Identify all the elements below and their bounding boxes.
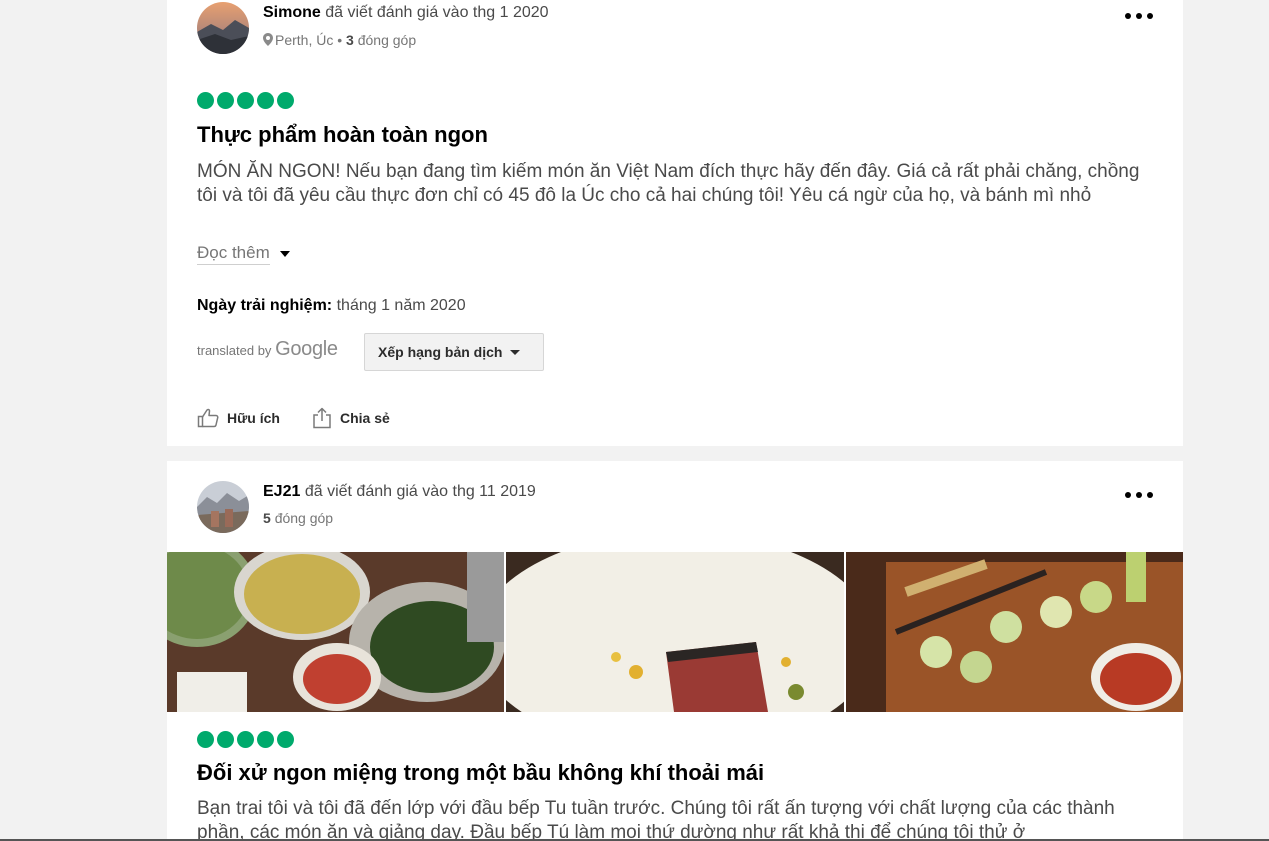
rating-bubble <box>257 731 274 748</box>
caret-down-icon <box>510 349 521 355</box>
caret-down-icon[interactable] <box>280 251 290 257</box>
author-meta: Perth, Úc • 3 đóng góp <box>263 32 416 49</box>
rating-bubble <box>237 92 254 109</box>
avatar[interactable] <box>197 481 249 533</box>
rate-translation-button[interactable]: Xếp hạng bản dịch <box>364 333 544 371</box>
contributions-count: 5 <box>263 510 271 526</box>
location-pin-icon <box>263 33 273 49</box>
herb-bowls-photo[interactable] <box>167 552 505 712</box>
share-button[interactable]: Chia sẻ <box>312 405 390 431</box>
read-more-link[interactable]: Đọc thêm <box>197 243 270 265</box>
date-of-experience-label: Ngày trải nghiệm: <box>197 297 333 314</box>
author-location: Perth, Úc <box>275 32 334 48</box>
more-options-icon[interactable] <box>1125 485 1153 505</box>
rate-translation-label: Xếp hạng bản dịch <box>378 344 503 360</box>
contributions-label: đóng góp <box>274 510 334 526</box>
rating-bubble <box>277 731 294 748</box>
review-title[interactable]: Thực phẩm hoàn toàn ngon <box>197 122 488 148</box>
review-body: Bạn trai tôi và tôi đã đến lớp với đầu b… <box>197 798 1115 841</box>
review-photos <box>167 552 1183 712</box>
date-of-experience: Ngày trải nghiệm: tháng 1 năm 2020 <box>197 297 466 315</box>
translated-by-label: translated by <box>197 343 272 358</box>
share-icon <box>313 407 331 429</box>
contributions-label: đóng góp <box>357 32 417 48</box>
review-body: MÓN ĂN NGON! Nếu bạn đang tìm kiếm món ă… <box>197 161 1140 206</box>
thumbs-up-icon <box>197 408 219 428</box>
review-card: Simone đã viết đánh giá vào thg 1 2020 P… <box>167 0 1183 446</box>
rating-bubble <box>237 731 254 748</box>
rating-bubble <box>217 731 234 748</box>
share-label: Chia sẻ <box>340 410 390 426</box>
wrote-review-text: đã viết đánh giá vào thg 11 2019 <box>304 483 536 500</box>
rating-bubble <box>277 92 294 109</box>
helpful-button[interactable]: Hữu ích <box>197 405 280 431</box>
translated-by-google: translated by Google <box>197 338 338 361</box>
rating-bubble <box>257 92 274 109</box>
bubble-rating <box>197 92 294 109</box>
google-logo: Google <box>275 338 338 360</box>
author-name[interactable]: Simone <box>263 4 321 21</box>
author-meta: 5 đóng góp <box>263 510 333 526</box>
spring-rolls-photo[interactable] <box>845 552 1183 712</box>
seared-tuna-photo[interactable] <box>506 552 844 712</box>
avatar[interactable] <box>197 2 249 54</box>
helpful-label: Hữu ích <box>227 410 280 426</box>
bubble-rating <box>197 731 294 748</box>
wrote-review-text: đã viết đánh giá vào thg 1 2020 <box>325 4 549 21</box>
rating-bubble <box>197 92 214 109</box>
reviews-page: Simone đã viết đánh giá vào thg 1 2020 P… <box>0 0 1269 841</box>
meta-separator: • <box>337 32 343 48</box>
review-title[interactable]: Đối xử ngon miệng trong một bầu không kh… <box>197 760 764 786</box>
contributions-count: 3 <box>346 32 354 48</box>
date-of-experience-value: tháng 1 năm 2020 <box>336 297 466 314</box>
rating-bubble <box>197 731 214 748</box>
review-card: EJ21 đã viết đánh giá vào thg 11 2019 5 … <box>167 461 1183 841</box>
rating-bubble <box>217 92 234 109</box>
more-options-icon[interactable] <box>1125 6 1153 26</box>
author-line: EJ21 đã viết đánh giá vào thg 11 2019 <box>263 483 536 501</box>
author-name[interactable]: EJ21 <box>263 483 300 500</box>
author-line: Simone đã viết đánh giá vào thg 1 2020 <box>263 4 549 22</box>
